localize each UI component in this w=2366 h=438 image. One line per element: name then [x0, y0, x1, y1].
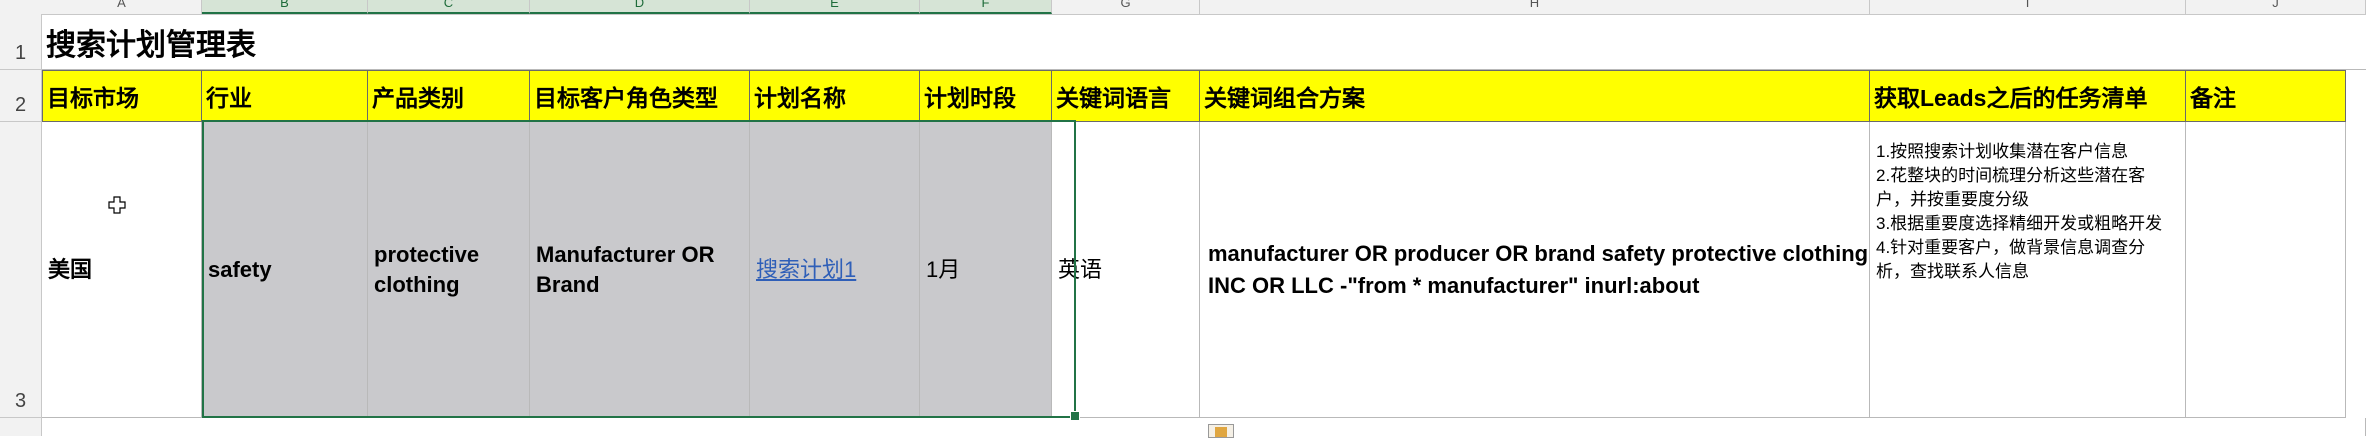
column-header-d[interactable]: D: [530, 0, 750, 14]
cell-keyword-language[interactable]: 英语: [1052, 122, 1200, 418]
row-header-4[interactable]: [0, 418, 42, 436]
header-keyword-language[interactable]: 关键词语言: [1052, 70, 1200, 122]
cell-customer-role[interactable]: Manufacturer OR Brand: [530, 122, 750, 418]
task-item: 2.花整块的时间梳理分析这些潜在客户，并按重要度分级: [1876, 166, 2146, 209]
cell-plan-period[interactable]: 1月: [920, 122, 1052, 418]
column-header-h[interactable]: H: [1200, 0, 1870, 14]
header-plan-name[interactable]: 计划名称: [750, 70, 920, 122]
task-item: 3.根据重要度选择精细开发或粗略开发: [1876, 214, 2163, 233]
header-customer-role[interactable]: 目标客户角色类型: [530, 70, 750, 122]
header-task-list[interactable]: 获取Leads之后的任务清单: [1870, 70, 2186, 122]
cell-keyword-scheme[interactable]: manufacturer OR producer OR brand safety…: [1200, 122, 1870, 418]
cell-task-list[interactable]: 1.按照搜索计划收集潜在客户信息 2.花整块的时间梳理分析这些潜在客户，并按重要…: [1870, 122, 2186, 418]
cell-cursor-icon: [108, 196, 126, 219]
fill-handle[interactable]: [1070, 411, 1080, 421]
column-header-i[interactable]: I: [1870, 0, 2186, 14]
cell-industry[interactable]: safety: [202, 122, 368, 418]
header-product-category[interactable]: 产品类别: [368, 70, 530, 122]
row-header-2[interactable]: 2: [0, 70, 42, 122]
header-notes[interactable]: 备注: [2186, 70, 2346, 122]
spreadsheet: A B C D E F G H I J 1 2 3 搜索计划管理表 目标市场 行…: [0, 0, 2366, 438]
row-header-3[interactable]: 3: [0, 122, 42, 418]
header-industry[interactable]: 行业: [202, 70, 368, 122]
column-header-e[interactable]: E: [750, 0, 920, 14]
column-header-f[interactable]: F: [920, 0, 1052, 14]
cell-plan-name[interactable]: 搜索计划1: [750, 122, 920, 418]
column-header-c[interactable]: C: [368, 0, 530, 14]
task-item: 4.针对重要客户，做背景信息调查分析，查找联系人信息: [1876, 238, 2146, 281]
cell-product-category[interactable]: protective clothing: [368, 122, 530, 418]
column-header-bar: A B C D E F G H I J: [0, 0, 2366, 15]
row-4-cells[interactable]: [42, 418, 2366, 436]
row-header-1[interactable]: 1: [0, 14, 42, 70]
task-item: 1.按照搜索计划收集潜在客户信息: [1876, 142, 2129, 161]
column-header-a[interactable]: A: [42, 0, 202, 14]
plan-name-link[interactable]: 搜索计划1: [756, 255, 856, 285]
header-plan-period[interactable]: 计划时段: [920, 70, 1052, 122]
header-target-market[interactable]: 目标市场: [42, 70, 202, 122]
sheet-title-cell[interactable]: 搜索计划管理表: [42, 14, 2366, 70]
header-keyword-scheme[interactable]: 关键词组合方案: [1200, 70, 1870, 122]
column-header-b[interactable]: B: [202, 0, 368, 14]
column-header-j[interactable]: J: [2186, 0, 2366, 14]
cell-target-market[interactable]: 美国: [42, 122, 202, 418]
cell-notes[interactable]: [2186, 122, 2346, 418]
column-header-g[interactable]: G: [1052, 0, 1200, 14]
